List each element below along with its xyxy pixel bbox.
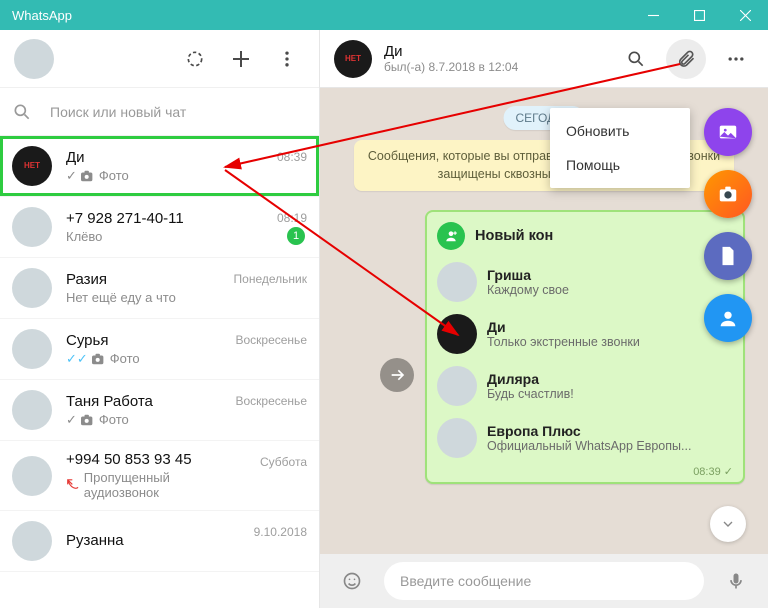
chat-preview: ✓✓ Фото	[66, 351, 221, 367]
fab-gallery[interactable]	[704, 108, 752, 156]
chat-name: Таня Работа	[66, 393, 221, 410]
contact-status: Будь счастлив!	[487, 387, 574, 401]
search-icon	[12, 102, 32, 122]
attach-dropdown: Обновить Помощь	[550, 108, 690, 188]
status-icon[interactable]	[177, 41, 213, 77]
chat-name: +7 928 271-40-11	[66, 210, 263, 227]
message-time: 08:39 ✓	[693, 465, 733, 478]
contact-avatar	[437, 418, 477, 458]
chat-avatar: НЕТ	[12, 146, 52, 186]
chat-preview: ✓ Фото	[66, 168, 263, 184]
contact-card-item[interactable]: ДиляраБудь счастлив!	[437, 360, 733, 412]
paperclip-icon	[676, 49, 696, 69]
unread-badge: 1	[287, 227, 305, 245]
forward-button[interactable]	[380, 358, 414, 392]
sidebar: НЕТ Ди ✓ Фото 08:39 +7 928 271-40-11 Клёво 08…	[0, 30, 320, 608]
fab-contact[interactable]	[704, 294, 752, 342]
messages-area: СЕГОДНЯ Сообщения, которые вы отправляет…	[320, 88, 768, 554]
contact-name: Ди	[487, 319, 640, 335]
search-bar[interactable]	[0, 88, 319, 136]
add-contact-icon	[437, 222, 465, 250]
contact-status: Официальный WhatsApp Европы...	[487, 439, 691, 453]
my-avatar[interactable]	[14, 39, 54, 79]
chat-time: Понедельник	[234, 272, 307, 286]
dropdown-item-refresh[interactable]: Обновить	[550, 114, 690, 148]
fab-camera[interactable]	[704, 170, 752, 218]
contact-status: Только экстренные звонки	[487, 335, 640, 349]
contact-card-item[interactable]: ГришаКаждому свое	[437, 256, 733, 308]
message-input-bar: Введите сообщение	[320, 554, 768, 608]
chat-preview: Пропущенный аудиозвонок	[66, 470, 246, 500]
search-chat-icon[interactable]	[618, 41, 654, 77]
chat-item[interactable]: +994 50 853 93 45 Пропущенный аудиозвоно…	[0, 441, 319, 511]
search-input[interactable]	[50, 104, 307, 120]
titlebar: WhatsApp	[0, 0, 768, 30]
chat-name: Ди	[66, 149, 263, 166]
chat-time: Воскресенье	[235, 333, 307, 347]
chat-time: 08:39	[277, 150, 307, 164]
conversation-panel: НЕТ Ди был(-а) 8.7.2018 в 12:04 СЕГОДНЯ …	[320, 30, 768, 608]
chat-avatar	[12, 390, 52, 430]
scroll-down-button[interactable]	[710, 506, 746, 542]
chat-item[interactable]: Сурья ✓✓ Фото Воскресенье	[0, 319, 319, 380]
app-title: WhatsApp	[12, 8, 72, 23]
new-chat-icon[interactable]	[223, 41, 259, 77]
message-input[interactable]: Введите сообщение	[384, 562, 704, 600]
emoji-icon[interactable]	[334, 563, 370, 599]
fab-document[interactable]	[704, 232, 752, 280]
chat-menu-icon[interactable]	[718, 41, 754, 77]
chat-item[interactable]: Рузанна 9.10.2018	[0, 511, 319, 572]
contact-avatar	[437, 262, 477, 302]
attach-button[interactable]	[666, 39, 706, 79]
chat-title: Ди	[384, 43, 518, 60]
contact-card-item[interactable]: Европа ПлюсОфициальный WhatsApp Европы..…	[437, 412, 733, 464]
minimize-button[interactable]	[630, 0, 676, 30]
chat-item[interactable]: +7 928 271-40-11 Клёво 08:19 1	[0, 197, 319, 258]
chat-list: НЕТ Ди ✓ Фото 08:39 +7 928 271-40-11 Клёво 08…	[0, 136, 319, 608]
sidebar-header	[0, 30, 319, 88]
contact-card-message[interactable]: Новый кон ГришаКаждому своеДиТолько экст…	[425, 210, 745, 484]
chat-name: Рузанна	[66, 532, 240, 549]
chat-name: Сурья	[66, 332, 221, 349]
dropdown-item-help[interactable]: Помощь	[550, 148, 690, 182]
close-button[interactable]	[722, 0, 768, 30]
chat-time: 08:19	[277, 211, 307, 225]
chat-time: Воскресенье	[235, 394, 307, 408]
menu-icon[interactable]	[269, 41, 305, 77]
chat-item[interactable]: Таня Работа ✓ Фото Воскресенье	[0, 380, 319, 441]
chat-avatar	[12, 329, 52, 369]
chat-item[interactable]: НЕТ Ди ✓ Фото 08:39	[0, 136, 319, 197]
contact-avatar	[437, 366, 477, 406]
contact-avatar	[437, 314, 477, 354]
chat-avatar	[12, 521, 52, 561]
chat-avatar	[12, 207, 52, 247]
chat-avatar	[12, 456, 52, 496]
attach-options	[704, 108, 752, 342]
chat-avatar[interactable]: НЕТ	[334, 40, 372, 78]
chat-header: НЕТ Ди был(-а) 8.7.2018 в 12:04	[320, 30, 768, 88]
chat-preview: Нет ещё еду а что	[66, 290, 220, 305]
contact-name: Гриша	[487, 267, 569, 283]
mic-icon[interactable]	[718, 563, 754, 599]
chat-name: Разия	[66, 271, 220, 288]
chat-status: был(-а) 8.7.2018 в 12:04	[384, 60, 518, 74]
contact-name: Диляра	[487, 371, 574, 387]
contact-card-title: Новый кон	[475, 228, 553, 244]
chat-avatar	[12, 268, 52, 308]
chat-name: +994 50 853 93 45	[66, 451, 246, 468]
chat-time: 9.10.2018	[254, 525, 307, 539]
chat-preview: ✓ Фото	[66, 412, 221, 428]
maximize-button[interactable]	[676, 0, 722, 30]
contact-card-item[interactable]: ДиТолько экстренные звонки	[437, 308, 733, 360]
chat-item[interactable]: Разия Нет ещё еду а что Понедельник	[0, 258, 319, 319]
contact-status: Каждому свое	[487, 283, 569, 297]
chat-preview: Клёво	[66, 229, 263, 244]
chat-time: Суббота	[260, 455, 307, 469]
contact-name: Европа Плюс	[487, 423, 691, 439]
